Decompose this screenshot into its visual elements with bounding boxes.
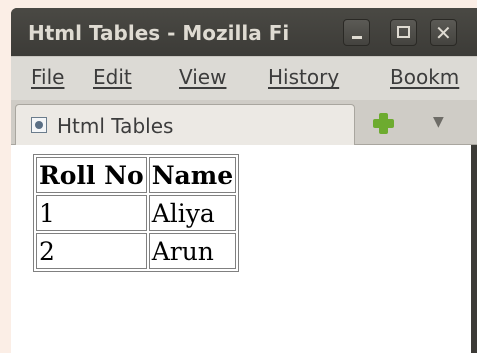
close-icon: ✕ xyxy=(435,21,452,45)
tab-html-tables[interactable]: Html Tables xyxy=(15,104,355,145)
tab-label: Html Tables xyxy=(57,114,174,138)
column-header-roll-no: Roll No xyxy=(36,157,147,193)
table-row: 1 Aliya xyxy=(36,195,237,231)
column-header-name: Name xyxy=(148,157,237,193)
menu-view[interactable]: View xyxy=(179,65,226,89)
browser-window: Html Tables - Mozilla Fi ✕ File Edit Vie… xyxy=(11,8,477,353)
data-table: Roll No Name 1 Aliya 2 Arun xyxy=(33,154,240,272)
table-cell-name: Arun xyxy=(148,233,237,269)
menu-file[interactable]: File xyxy=(31,65,64,89)
table-cell-roll-no: 2 xyxy=(36,233,147,269)
menu-history[interactable]: History xyxy=(268,65,339,89)
table-cell-name: Aliya xyxy=(148,195,237,231)
maximize-icon xyxy=(397,26,410,38)
menu-edit[interactable]: Edit xyxy=(93,65,132,89)
chevron-down-icon[interactable]: ▼ xyxy=(433,114,444,130)
page-icon xyxy=(31,117,47,133)
tab-strip: Html Tables ▼ xyxy=(11,100,477,145)
page-content: Roll No Name 1 Aliya 2 Arun xyxy=(11,145,471,353)
minimize-icon xyxy=(352,36,362,39)
minimize-button[interactable] xyxy=(343,19,370,46)
table-cell-roll-no: 1 xyxy=(36,195,147,231)
window-title: Html Tables - Mozilla Fi xyxy=(28,21,290,45)
close-button[interactable]: ✕ xyxy=(430,19,457,46)
menu-bookmarks[interactable]: Bookm xyxy=(390,65,459,89)
table-header-row: Roll No Name xyxy=(36,157,237,193)
new-tab-button[interactable] xyxy=(367,108,401,138)
menu-bar: File Edit View History Bookm xyxy=(11,56,477,101)
table-row: 2 Arun xyxy=(36,233,237,269)
maximize-button[interactable] xyxy=(390,19,417,46)
title-bar[interactable]: Html Tables - Mozilla Fi ✕ xyxy=(11,8,477,56)
